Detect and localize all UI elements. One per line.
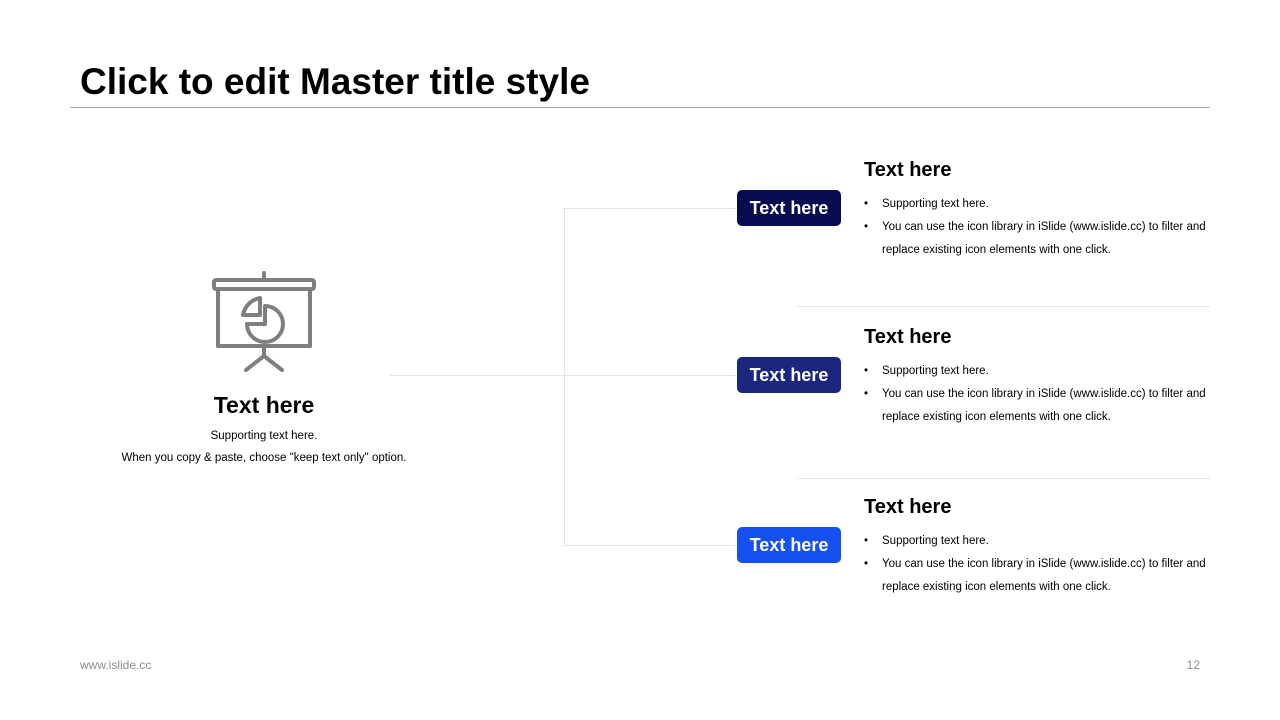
detail-block-2: Text here Supporting text here. You can … <box>864 322 1210 429</box>
bullet-list-3: Supporting text here. You can use the ic… <box>864 530 1210 599</box>
bullet-item: You can use the icon library in iSlide (… <box>864 216 1210 262</box>
section-divider-2 <box>797 478 1210 479</box>
connector-branch-1 <box>564 208 737 209</box>
pill-label-3: Text here <box>737 527 841 563</box>
presentation-pie-chart-icon <box>212 271 316 372</box>
bullet-item: Supporting text here. <box>864 193 1210 216</box>
slide-title: Click to edit Master title style <box>80 61 590 102</box>
connector-vertical <box>564 208 565 546</box>
detail-block-1: Text here Supporting text here. You can … <box>864 155 1210 262</box>
bullet-item: Supporting text here. <box>864 530 1210 553</box>
bullet-item: You can use the icon library in iSlide (… <box>864 383 1210 429</box>
center-subtext-line-1: Supporting text here. <box>210 430 318 442</box>
section-divider-1 <box>797 306 1210 307</box>
detail-title-2: Text here <box>864 326 952 348</box>
title-underline <box>70 107 1210 108</box>
center-title: Text here <box>213 392 315 418</box>
detail-block-3: Text here Supporting text here. You can … <box>864 492 1210 599</box>
detail-title-1: Text here <box>864 159 952 181</box>
connector-branch-3 <box>564 545 737 546</box>
detail-title-3: Text here <box>864 496 952 518</box>
pill-label-2: Text here <box>737 357 841 393</box>
bullet-item: You can use the icon library in iSlide (… <box>864 553 1210 599</box>
pill-label-1: Text here <box>737 190 841 226</box>
bullet-list-1: Supporting text here. You can use the ic… <box>864 193 1210 262</box>
center-text-block: Text here Supporting text here. When you… <box>90 388 438 469</box>
footer-url: www.islide.cc <box>80 658 152 672</box>
center-subtext-line-2: When you copy & paste, choose "keep text… <box>121 452 407 464</box>
page-number: 12 <box>1186 658 1200 672</box>
bullet-item: Supporting text here. <box>864 360 1210 383</box>
bullet-list-2: Supporting text here. You can use the ic… <box>864 360 1210 429</box>
center-subtext: Supporting text here. When you copy & pa… <box>90 425 438 469</box>
